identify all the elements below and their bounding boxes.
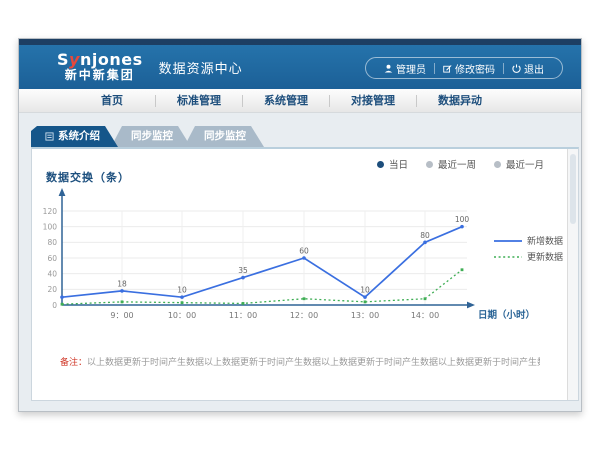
scrollbar-thumb[interactable] <box>570 154 576 224</box>
data-point <box>121 300 124 303</box>
y-tick-label: 0 <box>52 301 57 310</box>
brand-name: Synjones <box>57 52 143 69</box>
brand-suffix: njones <box>80 50 143 69</box>
app-window: Synjones 新中新集团 数据资源中心 管理员 修改密码 退出 <box>18 38 582 412</box>
data-point <box>460 225 464 229</box>
filter-label: 最近一周 <box>438 157 476 171</box>
user-name: 管理员 <box>396 61 426 76</box>
filter-3[interactable]: 最近一月 <box>494 157 544 171</box>
footnote-text: 以上数据更新于时间产生数据以上数据更新于时间产生数据以上数据更新于时间产生数据以… <box>87 358 540 368</box>
data-label: 80 <box>420 231 430 240</box>
radio-icon <box>426 161 433 168</box>
y-tick-label: 100 <box>43 222 58 231</box>
page: Synjones 新中新集团 数据资源中心 管理员 修改密码 退出 <box>0 0 600 450</box>
radio-icon <box>494 161 501 168</box>
y-tick-label: 120 <box>43 207 58 216</box>
user-pill: 管理员 修改密码 退出 <box>365 57 563 79</box>
content-area: 系统介绍 同步监控 同步监控 当日 最近一周 最近一月 数据交换（条） 0 20 40 60 8… <box>19 113 581 412</box>
tab-label: 同步监控 <box>204 126 246 147</box>
filter-label: 当日 <box>389 157 408 171</box>
chart-panel: 当日 最近一周 最近一月 数据交换（条） 0 20 40 60 80 100 120 9：00 10… <box>31 147 579 401</box>
tab-label: 系统介绍 <box>58 126 100 147</box>
x-tick-label: 11：00 <box>229 311 257 320</box>
filter-1[interactable]: 当日 <box>377 157 408 171</box>
legend-label-1: 新增数据 <box>527 235 563 247</box>
y-tick-label: 20 <box>47 285 57 294</box>
edit-icon <box>443 64 452 73</box>
data-point <box>181 301 184 304</box>
x-axis-title: 日期（小时） <box>478 309 535 321</box>
data-point <box>424 297 427 300</box>
logout-label: 退出 <box>524 61 544 76</box>
x-axis-arrow-icon <box>467 302 475 309</box>
data-point <box>302 256 306 260</box>
brand-company: 新中新集团 <box>57 69 143 82</box>
filter-label: 最近一月 <box>506 157 544 171</box>
data-label: 10 <box>360 286 370 295</box>
tab-label: 同步监控 <box>131 126 173 147</box>
data-label: 35 <box>238 266 248 275</box>
y-tick-label: 80 <box>47 238 57 247</box>
data-label: 100 <box>455 215 470 224</box>
data-point <box>180 295 184 299</box>
logout-link[interactable]: 退出 <box>504 61 552 76</box>
y-axis-arrow-icon <box>59 188 66 196</box>
range-filter-group: 当日 最近一周 最近一月 <box>377 157 544 171</box>
x-tick-label: 10：00 <box>168 311 196 320</box>
data-point <box>363 295 367 299</box>
change-password-label: 修改密码 <box>455 61 495 76</box>
tab-1[interactable]: 系统介绍 <box>31 126 118 147</box>
legend-label-2: 更新数据 <box>527 251 563 263</box>
filter-2[interactable]: 最近一周 <box>426 157 476 171</box>
data-point <box>364 300 367 303</box>
tab-3[interactable]: 同步监控 <box>184 126 264 147</box>
data-point <box>461 268 464 271</box>
user-menu[interactable]: 管理员 <box>376 61 434 76</box>
tab-2[interactable]: 同步监控 <box>111 126 191 147</box>
x-tick-label: 9：00 <box>110 311 133 320</box>
line-chart: 0 20 40 60 80 100 120 9：00 10：00 11：00 12：00 13：00 1… <box>32 186 568 356</box>
data-label: 18 <box>117 279 127 288</box>
nav-item-3[interactable]: 系统管理 <box>243 89 329 112</box>
app-header: Synjones 新中新集团 数据资源中心 管理员 修改密码 退出 <box>19 45 581 89</box>
x-tick-label: 12：00 <box>290 311 318 320</box>
nav-item-1[interactable]: 首页 <box>69 89 155 112</box>
data-point <box>242 302 245 305</box>
nav-item-5[interactable]: 数据异动 <box>417 89 503 112</box>
radio-icon <box>377 161 384 168</box>
data-point <box>241 276 245 280</box>
brand-prefix: S <box>57 50 69 69</box>
data-point <box>303 297 306 300</box>
nav-item-4[interactable]: 对接管理 <box>330 89 416 112</box>
brand-accent: y <box>69 50 80 69</box>
x-tick-label: 13：00 <box>351 311 379 320</box>
x-tick-label: 14：00 <box>411 311 439 320</box>
nav-item-2[interactable]: 标准管理 <box>156 89 242 112</box>
main-nav: 首页标准管理系统管理对接管理数据异动 <box>19 89 581 113</box>
document-icon <box>45 132 54 141</box>
footnote-label: 备注： <box>60 358 87 368</box>
power-icon <box>512 64 521 73</box>
data-label: 60 <box>299 247 309 256</box>
app-title: 数据资源中心 <box>159 58 243 77</box>
data-point <box>61 303 64 306</box>
panel-scrollbar[interactable] <box>567 149 578 400</box>
data-point <box>60 295 64 299</box>
tab-bar: 系统介绍 同步监控 同步监控 <box>31 126 264 147</box>
user-icon <box>384 64 393 73</box>
brand-logo[interactable]: Synjones 新中新集团 <box>57 52 143 81</box>
y-tick-label: 40 <box>47 269 57 278</box>
data-point <box>423 241 427 245</box>
chart-title: 数据交换（条） <box>46 169 130 185</box>
y-tick-label: 60 <box>47 254 57 263</box>
data-point <box>120 289 124 293</box>
footnote: 备注：以上数据更新于时间产生数据以上数据更新于时间产生数据以上数据更新于时间产生… <box>60 355 540 368</box>
data-label: 10 <box>177 286 187 295</box>
change-password-link[interactable]: 修改密码 <box>435 61 503 76</box>
